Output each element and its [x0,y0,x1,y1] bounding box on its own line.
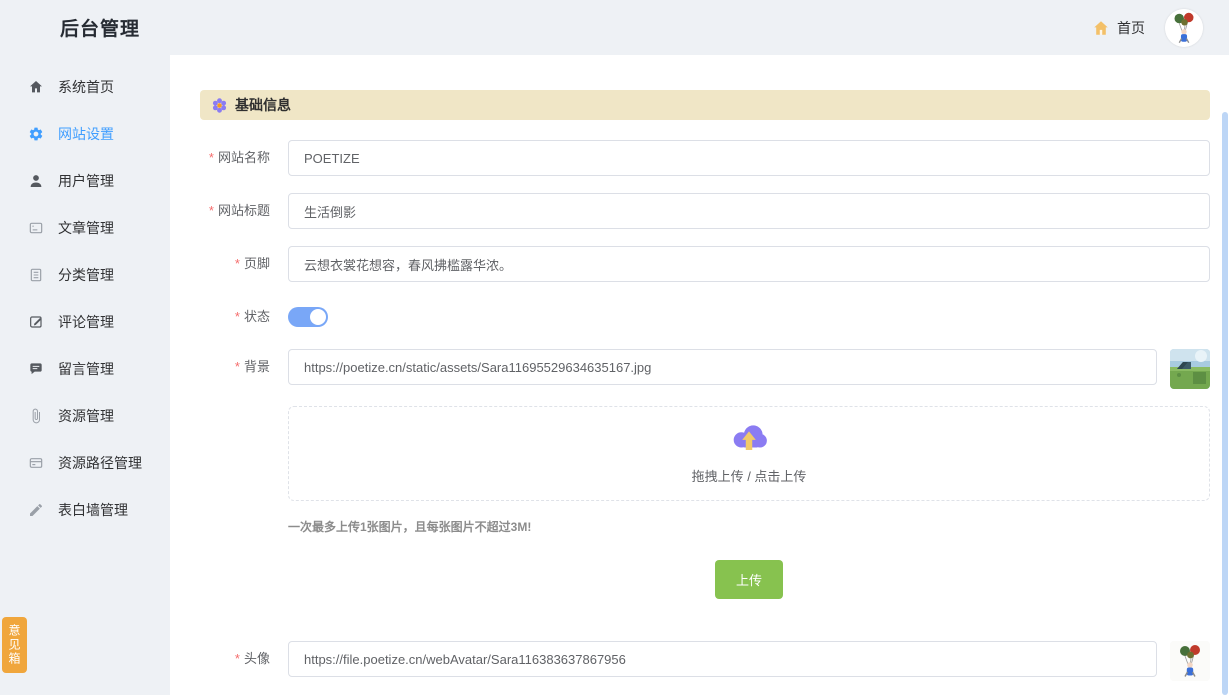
pen-icon [28,502,44,518]
site-name-input[interactable] [288,140,1210,176]
sidebar-item-label: 留言管理 [58,359,114,379]
home-link[interactable]: 首页 [1092,18,1145,38]
sidebar-item-label: 分类管理 [58,265,114,285]
home-house-icon [1092,19,1110,37]
paperclip-icon [28,408,44,424]
sidebar-item-label: 系统首页 [58,77,114,97]
status-toggle[interactable] [288,307,328,327]
status-row: 状态 [200,299,1210,335]
site-name-label: 网站名称 [200,140,270,176]
sidebar-item-label: 资源管理 [58,406,114,426]
background-upload-row: 拖拽上传 / 点击上传 [200,406,1210,501]
background-upload-dropzone[interactable]: 拖拽上传 / 点击上传 [288,406,1210,501]
comment-edit-icon [28,314,44,330]
background-url-input[interactable] [288,349,1157,385]
sidebar-item-resource-management[interactable]: 资源管理 [0,392,170,439]
avatar-preview-image [1170,641,1210,681]
top-header: 后台管理 首页 [0,0,1229,55]
section-title: 基础信息 [235,95,291,115]
avatar-balloons-image [1165,9,1203,47]
avatar-url-input[interactable] [288,641,1157,677]
category-icon [28,267,44,283]
sidebar-item-label: 网站设置 [58,124,114,144]
background-thumbnail [1170,349,1210,389]
upload-hint-text: 一次最多上传1张图片，且每张图片不超过3M! [288,520,531,534]
sidebar-item-label: 资源路径管理 [58,453,142,473]
status-label: 状态 [200,299,270,335]
message-icon [28,361,44,377]
site-title-input[interactable] [288,193,1210,229]
sidebar-item-label: 表白墙管理 [58,500,128,520]
main-content-panel: 基础信息 网站名称 网站标题 页脚 状态 背景 [170,55,1229,695]
background-row: 背景 [200,349,1210,389]
footer-label: 页脚 [200,246,270,282]
background-label: 背景 [200,349,270,385]
basic-info-form: 网站名称 网站标题 页脚 状态 背景 [200,140,1210,695]
user-avatar[interactable] [1165,9,1203,47]
flower-gear-icon [212,98,227,113]
sidebar-item-site-settings[interactable]: 网站设置 [0,110,170,157]
sidebar-item-system-home[interactable]: 系统首页 [0,63,170,110]
sidebar-item-message-management[interactable]: 留言管理 [0,345,170,392]
sidebar-item-category-management[interactable]: 分类管理 [0,251,170,298]
floating-side-tag[interactable]: 意见箱 [2,617,27,673]
upload-drag-text: 拖拽上传 / 点击上传 [692,466,807,485]
app-title: 后台管理 [60,14,140,41]
upload-hint-row: 一次最多上传1张图片，且每张图片不超过3M! [288,518,1210,536]
basic-info-section-header: 基础信息 [200,90,1210,120]
sidebar-item-article-management[interactable]: 文章管理 [0,204,170,251]
sidebar-nav: 系统首页 网站设置 用户管理 文章管理 分类管理 评论管理 留言管理 资源管理 … [0,55,170,695]
avatar-thumbnail [1170,641,1210,681]
vertical-scrollbar-thumb[interactable] [1222,112,1228,695]
site-title-row: 网站标题 [200,193,1210,229]
upload-cloud-icon [726,422,772,456]
home-icon [28,79,44,95]
sidebar-item-comment-management[interactable]: 评论管理 [0,298,170,345]
footer-row: 页脚 [200,246,1210,282]
avatar-row: 头像 [200,641,1210,681]
home-link-label: 首页 [1117,18,1145,38]
sidebar-item-user-management[interactable]: 用户管理 [0,157,170,204]
user-icon [28,173,44,189]
sidebar-item-resource-path-management[interactable]: 资源路径管理 [0,439,170,486]
site-title-label: 网站标题 [200,193,270,229]
card-icon [28,455,44,471]
footer-input[interactable] [288,246,1210,282]
avatar-label: 头像 [200,641,270,677]
sidebar-item-label: 用户管理 [58,171,114,191]
upload-button-row: 上传 [288,560,1210,599]
sidebar-item-confession-wall-management[interactable]: 表白墙管理 [0,486,170,533]
gear-icon [28,126,44,142]
sidebar-item-label: 文章管理 [58,218,114,238]
upload-button[interactable]: 上传 [715,560,783,599]
article-icon [28,220,44,236]
sidebar-item-label: 评论管理 [58,312,114,332]
site-name-row: 网站名称 [200,140,1210,176]
background-preview-image [1170,349,1210,389]
